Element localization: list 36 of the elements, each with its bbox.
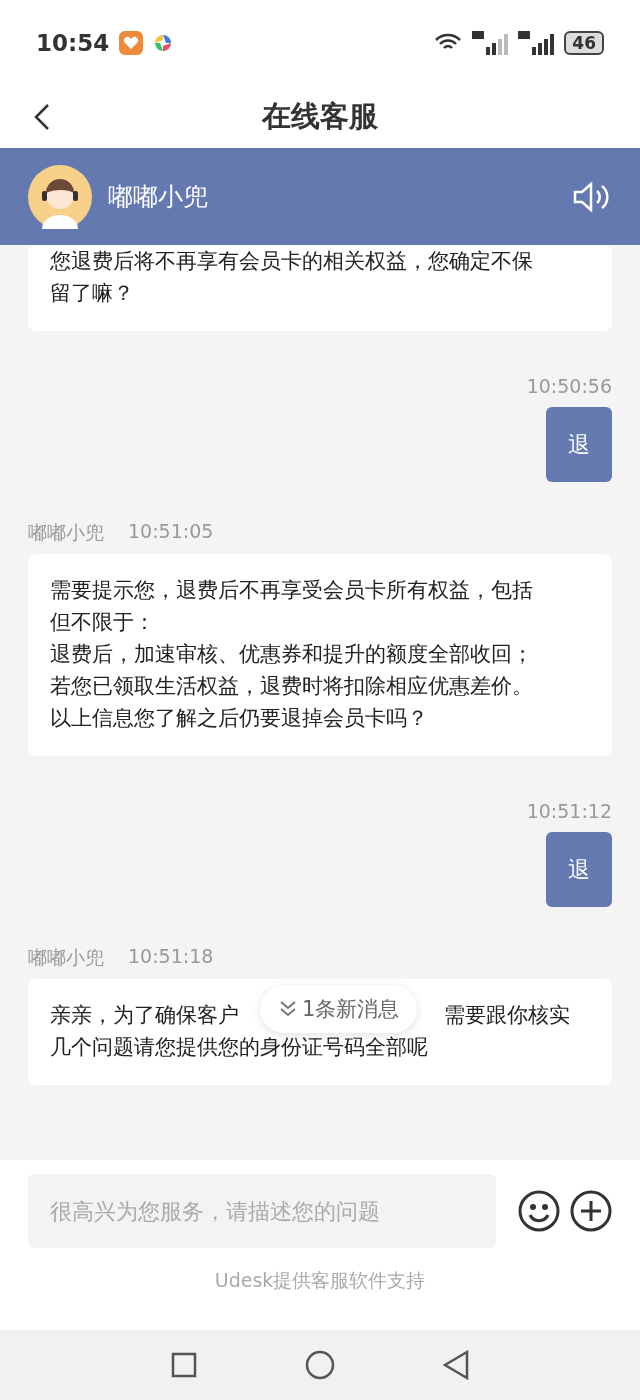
message-text: 需要跟你核实 — [444, 1002, 570, 1029]
agent-name: 嘟嘟小兜 — [108, 181, 208, 213]
message-text: 您退费后将不再享有会员卡的相关权益，您确定不保留了嘛？ — [50, 248, 534, 307]
sender-name: 嘟嘟小兜 — [28, 520, 104, 545]
triangle-back-icon[interactable] — [443, 1350, 469, 1380]
message-text: 若您已领取生活权益，退费时将扣除相应优惠差价。 — [50, 673, 534, 700]
signal-icon — [518, 30, 555, 55]
new-message-button[interactable]: 1条新消息 — [260, 985, 418, 1033]
message-text: 几个问题请您提供您的身份证号码全部呢 — [50, 1035, 428, 1059]
message-time: 10:50:56 — [526, 375, 612, 397]
clock: 10:54 — [36, 29, 110, 56]
battery-indicator: 46 — [564, 30, 604, 55]
emoji-icon[interactable] — [518, 1190, 560, 1232]
speaker-icon[interactable] — [572, 180, 612, 213]
circle-icon[interactable] — [305, 1350, 335, 1380]
footer-text: Udesk提供客服软件支持 — [214, 1268, 426, 1293]
signal-icon — [472, 30, 509, 55]
square-icon[interactable] — [171, 1352, 197, 1378]
message-text: 亲亲，为了确保客户 — [50, 1002, 239, 1029]
heart-app-icon — [119, 30, 144, 55]
page-title: 在线客服 — [262, 97, 378, 135]
message-text: 以上信息您了解之后仍要退掉会员卡吗？ — [50, 705, 429, 732]
message-bubble: 退 — [546, 407, 612, 482]
pinwheel-icon — [153, 32, 174, 53]
sender-name: 嘟嘟小兜 — [28, 945, 104, 970]
message-input[interactable]: 很高兴为您服务，请描述您的问题 — [28, 1174, 496, 1248]
double-chevron-icon — [278, 999, 298, 1019]
message-text: 需要提示您，退费后不再享受会员卡所有权益，包括但不限于： — [50, 577, 534, 636]
message-bubble: 退 — [546, 832, 612, 907]
back-icon[interactable] — [32, 103, 52, 131]
message-time: 10:51:05 — [128, 520, 214, 544]
plus-icon[interactable] — [570, 1190, 612, 1232]
message-time: 10:51:12 — [526, 800, 612, 822]
agent-avatar — [28, 164, 92, 229]
message-time: 10:51:18 — [128, 945, 214, 969]
message-text: 退费后，加速审核、优惠券和提升的额度全部收回； — [50, 641, 534, 668]
